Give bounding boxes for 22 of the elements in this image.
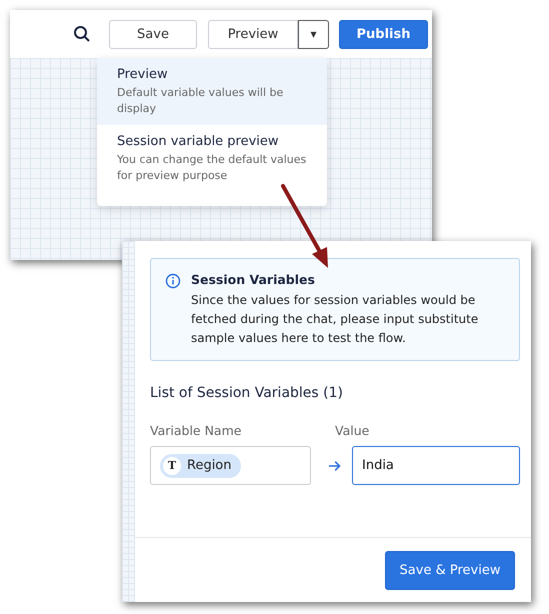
publish-button[interactable]: Publish xyxy=(339,20,428,48)
value-input[interactable]: India xyxy=(352,446,520,485)
info-text: Since the values for session variables would be fetched during the chat, please input substitute sample values here to test the flow. xyxy=(191,292,480,347)
menu-item-description: You can change the default values for preview purpose xyxy=(117,152,308,184)
arrow-right-icon xyxy=(328,460,341,472)
search-icon[interactable] xyxy=(73,25,91,43)
column-label: Variable Name xyxy=(150,423,242,438)
save-and-preview-button[interactable]: Save & Preview xyxy=(385,550,515,590)
save-button[interactable]: Save xyxy=(109,20,197,48)
variable-name: Region xyxy=(187,458,232,473)
type-badge: T xyxy=(163,456,181,474)
menu-item-title: Preview xyxy=(117,67,169,82)
menu-item[interactable]: Preview Default variable values will be display xyxy=(97,58,327,125)
menu-item[interactable]: Session variable preview You can change the default values for preview purpose xyxy=(97,125,327,192)
column-label: Value xyxy=(335,423,370,438)
menu-item-title: Session variable preview xyxy=(117,134,280,149)
menu-item-description: Default variable values will be display xyxy=(117,85,284,117)
info-icon xyxy=(165,273,181,289)
dropdown-toggle[interactable]: ▾ xyxy=(298,20,329,48)
list-heading: List of Session Variables (1) xyxy=(150,385,344,401)
preview-button[interactable]: Preview xyxy=(208,20,298,48)
info-title: Session Variables xyxy=(191,272,316,287)
